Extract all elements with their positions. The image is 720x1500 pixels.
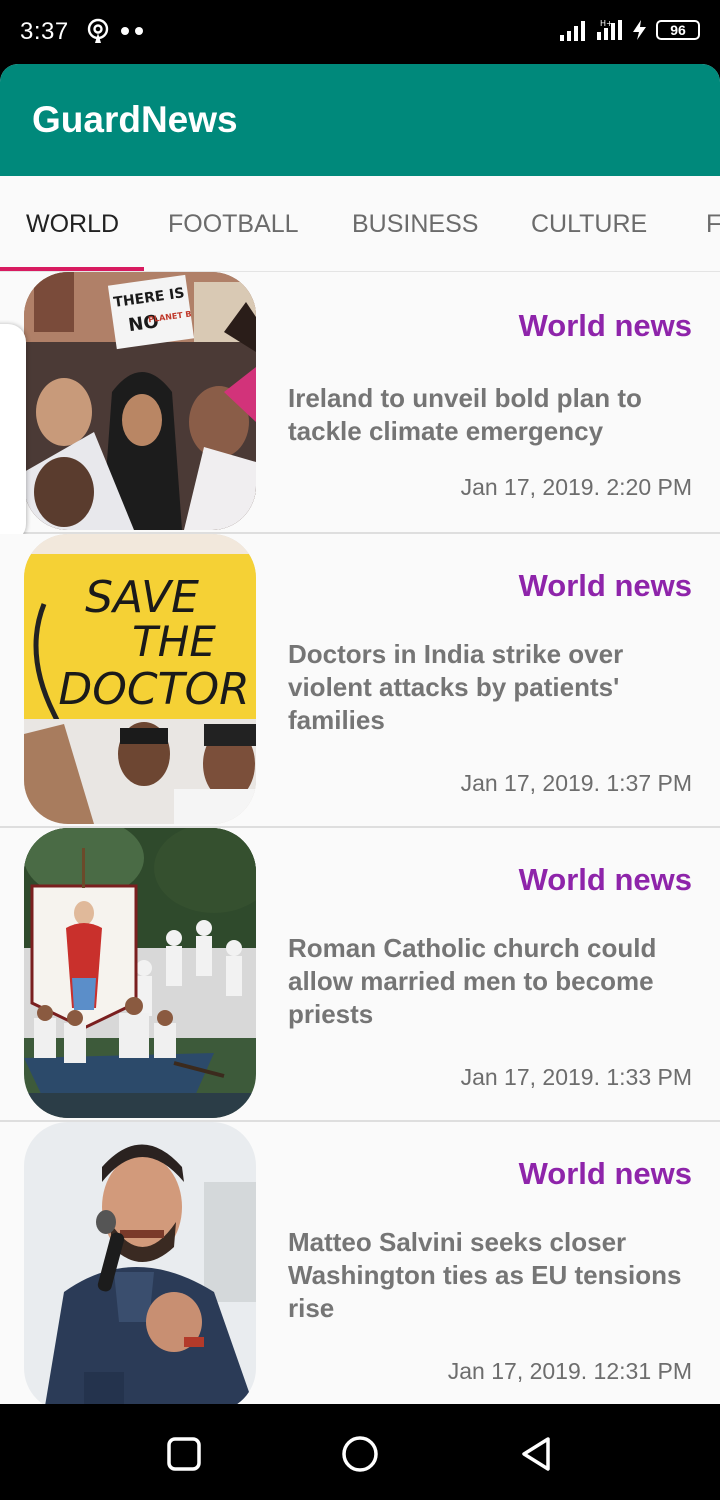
article-thumbnail[interactable] [24,1122,256,1404]
edge-panel-handle[interactable] [0,324,26,542]
article-date: Jan 17, 2019. 2:20 PM [460,474,692,500]
svg-text:H+: H+ [600,19,613,28]
boat-procession-photo [24,828,256,1118]
tab-partial[interactable]: F [706,210,720,239]
sign-text: THE [132,617,216,666]
article-section: World news [518,568,692,603]
article-date: Jan 17, 2019. 1:33 PM [460,1064,692,1090]
sign-text: DOCTOR [58,664,249,715]
article-section: World news [518,1156,692,1191]
save-the-doctor-photo: SAVE THE DOCTOR [24,534,256,824]
article-thumbnail[interactable]: THERE IS NO PLANET B [24,272,256,530]
article-card[interactable]: World news Roman Catholic church could a… [0,828,720,1122]
tab-football[interactable]: FOOTBALL [168,210,299,239]
tab-business[interactable]: BUSINESS [352,210,478,239]
tab-bar: WORLD FOOTBALL BUSINESS CULTURE F [0,176,720,272]
app-bar: GuardNews [0,64,720,176]
article-section: World news [518,862,692,897]
article-date: Jan 17, 2019. 12:31 PM [447,1358,692,1384]
article-headline: Ireland to unveil bold plan to tackle cl… [288,383,642,446]
sign-text: SAVE [85,572,199,623]
signal-icon: H+ [597,19,622,40]
recents-square-icon[interactable] [164,1434,204,1474]
article-thumbnail[interactable] [24,828,256,1118]
article-headline: Doctors in India strike over violent att… [288,639,624,735]
article-card[interactable]: THERE IS NO PLANET B World news Ireland … [0,272,720,542]
app-title: GuardNews [32,99,238,140]
tab-culture[interactable]: CULTURE [531,210,647,239]
tab-indicator [0,267,144,271]
article-date: Jan 17, 2019. 1:37 PM [460,770,692,796]
hotspot-icon [87,18,109,43]
home-circle-icon[interactable] [340,1434,380,1474]
signal-icon [560,21,585,41]
tab-world[interactable]: WORLD [26,210,119,239]
notification-dots-icon [121,27,143,35]
charging-icon [633,20,646,40]
status-bar: 3:37 H+ 96 [0,0,720,64]
article-list[interactable]: THERE IS NO PLANET B World news Ireland … [0,272,720,1404]
back-triangle-icon[interactable] [516,1434,556,1474]
battery-icon: 96 [656,20,700,40]
speaker-photo [24,1122,256,1404]
navigation-bar [0,1404,720,1500]
status-time: 3:37 [20,18,69,45]
article-headline: Matteo Salvini seeks closer Washington t… [288,1227,682,1323]
article-card[interactable]: SAVE THE DOCTOR World news Doctors in In… [0,534,720,828]
article-card[interactable]: World news Matteo Salvini seeks closer W… [0,1122,720,1404]
article-headline: Roman Catholic church could allow marrie… [288,933,657,1029]
app-window: GuardNews WORLD FOOTBALL BUSINESS CULTUR… [0,64,720,1404]
article-thumbnail[interactable]: SAVE THE DOCTOR [24,534,256,824]
protest-photo: THERE IS NO PLANET B [24,272,256,530]
article-section: World news [518,308,692,343]
